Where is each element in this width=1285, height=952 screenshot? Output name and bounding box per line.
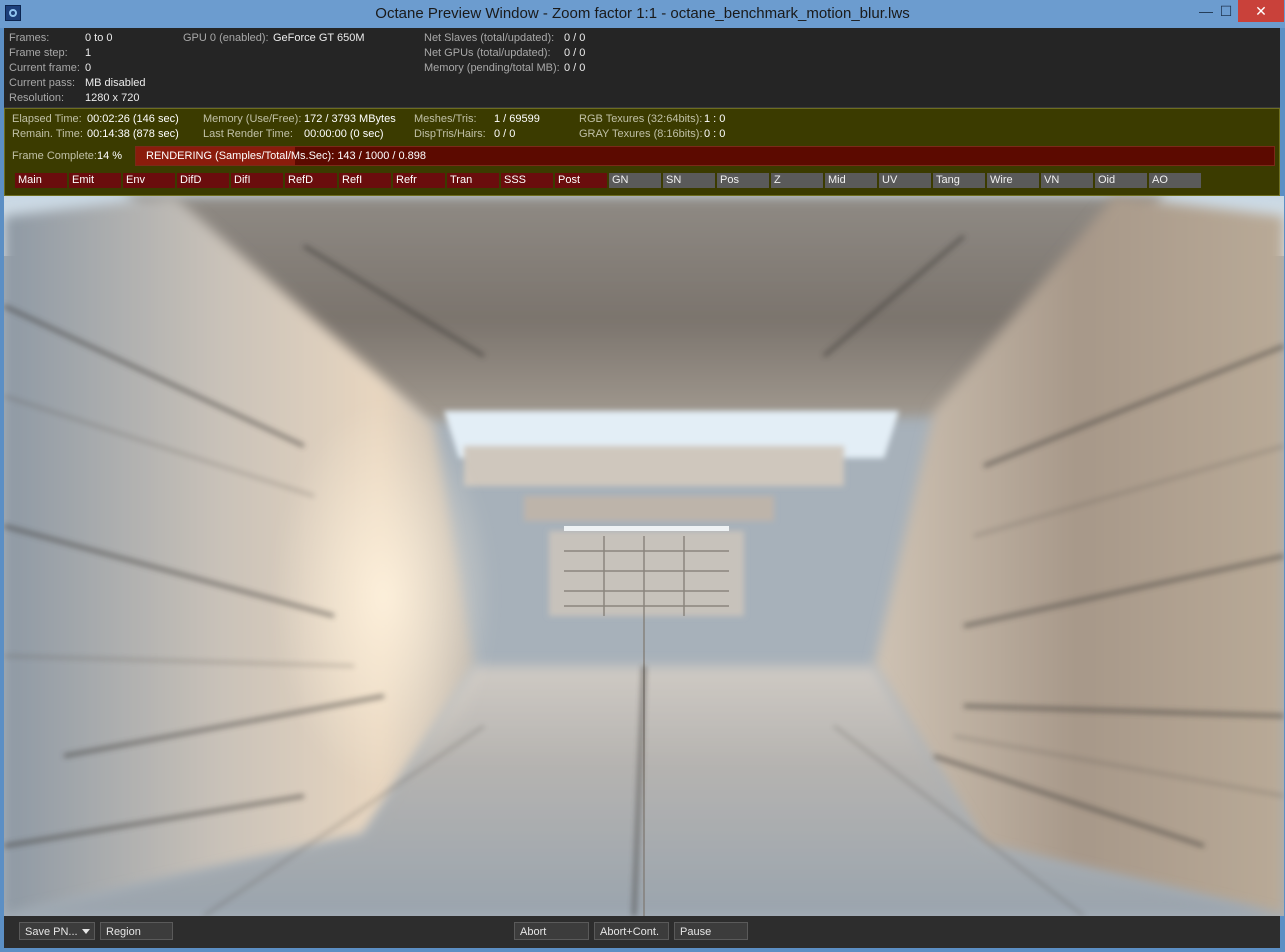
pass-tab-tran[interactable]: Tran <box>447 173 499 188</box>
net-slaves-label: Net Slaves (total/updated): <box>424 32 555 44</box>
pass-tab-tang[interactable]: Tang <box>933 173 985 188</box>
chevron-down-icon <box>82 929 90 934</box>
pass-tab-post[interactable]: Post <box>555 173 607 188</box>
frame-step-label: Frame step: <box>9 47 68 59</box>
resolution-value: 1280 x 720 <box>85 92 140 104</box>
rgb-textures-label: RGB Texures (32:64bits): <box>579 113 703 125</box>
pass-tab-vn[interactable]: VN <box>1041 173 1093 188</box>
disp-tris-value: 0 / 0 <box>494 128 516 140</box>
title-bar[interactable]: Octane Preview Window - Zoom factor 1:1 … <box>0 0 1285 28</box>
remain-time-label: Remain. Time: <box>12 128 83 140</box>
rgb-textures-value: 1 : 0 <box>704 113 726 125</box>
pass-tab-wire[interactable]: Wire <box>987 173 1039 188</box>
pass-tab-oid[interactable]: Oid <box>1095 173 1147 188</box>
gray-textures-label: GRAY Texures (8:16bits): <box>579 128 703 140</box>
memory-use-label: Memory (Use/Free): <box>203 113 302 125</box>
pass-tab-sn[interactable]: SN <box>663 173 715 188</box>
maximize-icon[interactable]: ☐ <box>1213 0 1239 22</box>
elapsed-time-label: Elapsed Time: <box>12 113 82 125</box>
last-render-value: 00:00:00 (0 sec) <box>304 128 384 140</box>
remain-time-value: 00:14:38 (878 sec) <box>87 128 179 140</box>
save-png-dropdown[interactable]: Save PN... <box>19 922 95 940</box>
window-title: Octane Preview Window - Zoom factor 1:1 … <box>375 5 910 22</box>
gray-textures-value: 0 : 0 <box>704 128 726 140</box>
rendering-status: RENDERING (Samples/Total/Ms.Sec): 143 / … <box>146 150 427 162</box>
pass-tab-uv[interactable]: UV <box>879 173 931 188</box>
net-gpus-label: Net GPUs (total/updated): <box>424 47 551 59</box>
render-pass-tabs: Main Emit Env DifD DifI RefD RefI Refr Tran SSS Po… <box>15 173 1215 189</box>
render-stats-panel: Elapsed Time: 00:02:26 (146 sec) Remain.… <box>4 108 1280 196</box>
current-frame-value: 0 <box>85 62 92 74</box>
current-pass-value: MB disabled <box>85 77 146 89</box>
last-render-label: Last Render Time: <box>203 128 293 140</box>
region-button[interactable]: Region <box>100 922 173 940</box>
pass-tab-sss[interactable]: SSS <box>501 173 553 188</box>
frames-value: 0 to 0 <box>85 32 113 44</box>
meshes-value: 1 / 69599 <box>494 113 540 125</box>
render-image <box>4 196 1284 916</box>
pass-tab-emit[interactable]: Emit <box>69 173 121 188</box>
pass-tab-refd[interactable]: RefD <box>285 173 337 188</box>
info-panel: Frames: 0 to 0 Frame step: 1 Current fra… <box>4 28 1280 108</box>
frame-step-value: 1 <box>85 47 92 59</box>
pause-button[interactable]: Pause <box>674 922 748 940</box>
pass-tab-gn[interactable]: GN <box>609 173 661 188</box>
bottom-toolbar: Save PN... Region Abort Abort+Cont. Paus… <box>4 916 1280 948</box>
pass-tab-pos[interactable]: Pos <box>717 173 769 188</box>
net-slaves-value: 0 / 0 <box>564 32 586 44</box>
resolution-label: Resolution: <box>9 92 65 104</box>
elapsed-time-value: 00:02:26 (146 sec) <box>87 113 179 125</box>
save-png-label: Save PN... <box>25 926 78 938</box>
pass-tab-difd[interactable]: DifD <box>177 173 229 188</box>
frame-complete-value: 14 % <box>97 150 123 162</box>
gpu-value: GeForce GT 650M <box>273 32 365 44</box>
current-frame-label: Current frame: <box>9 62 80 74</box>
pass-tab-z[interactable]: Z <box>771 173 823 188</box>
current-pass-label: Current pass: <box>9 77 76 89</box>
memory-use-value: 172 / 3793 MBytes <box>304 113 396 125</box>
pass-tab-refr[interactable]: Refr <box>393 173 445 188</box>
abort-button[interactable]: Abort <box>514 922 589 940</box>
pass-tab-difi[interactable]: DifI <box>231 173 283 188</box>
pass-tab-ao[interactable]: AO <box>1149 173 1201 188</box>
frames-label: Frames: <box>9 32 50 44</box>
frame-complete-label: Frame Complete: <box>12 150 97 162</box>
memory-pending-value: 0 / 0 <box>564 62 586 74</box>
close-icon[interactable]: ✕ <box>1238 0 1284 22</box>
gpu-label: GPU 0 (enabled): <box>183 32 269 44</box>
pass-tab-mid[interactable]: Mid <box>825 173 877 188</box>
pass-tab-refi[interactable]: RefI <box>339 173 391 188</box>
render-viewport[interactable] <box>4 196 1284 916</box>
memory-pending-label: Memory (pending/total MB): <box>424 62 560 74</box>
pass-tab-main[interactable]: Main <box>15 173 67 188</box>
disp-tris-label: DispTris/Hairs: <box>414 128 486 140</box>
pass-tab-env[interactable]: Env <box>123 173 175 188</box>
net-gpus-value: 0 / 0 <box>564 47 586 59</box>
render-progress-bar: RENDERING (Samples/Total/Ms.Sec): 143 / … <box>135 146 1275 166</box>
abort-cont-button[interactable]: Abort+Cont. <box>594 922 669 940</box>
meshes-label: Meshes/Tris: <box>414 113 477 125</box>
